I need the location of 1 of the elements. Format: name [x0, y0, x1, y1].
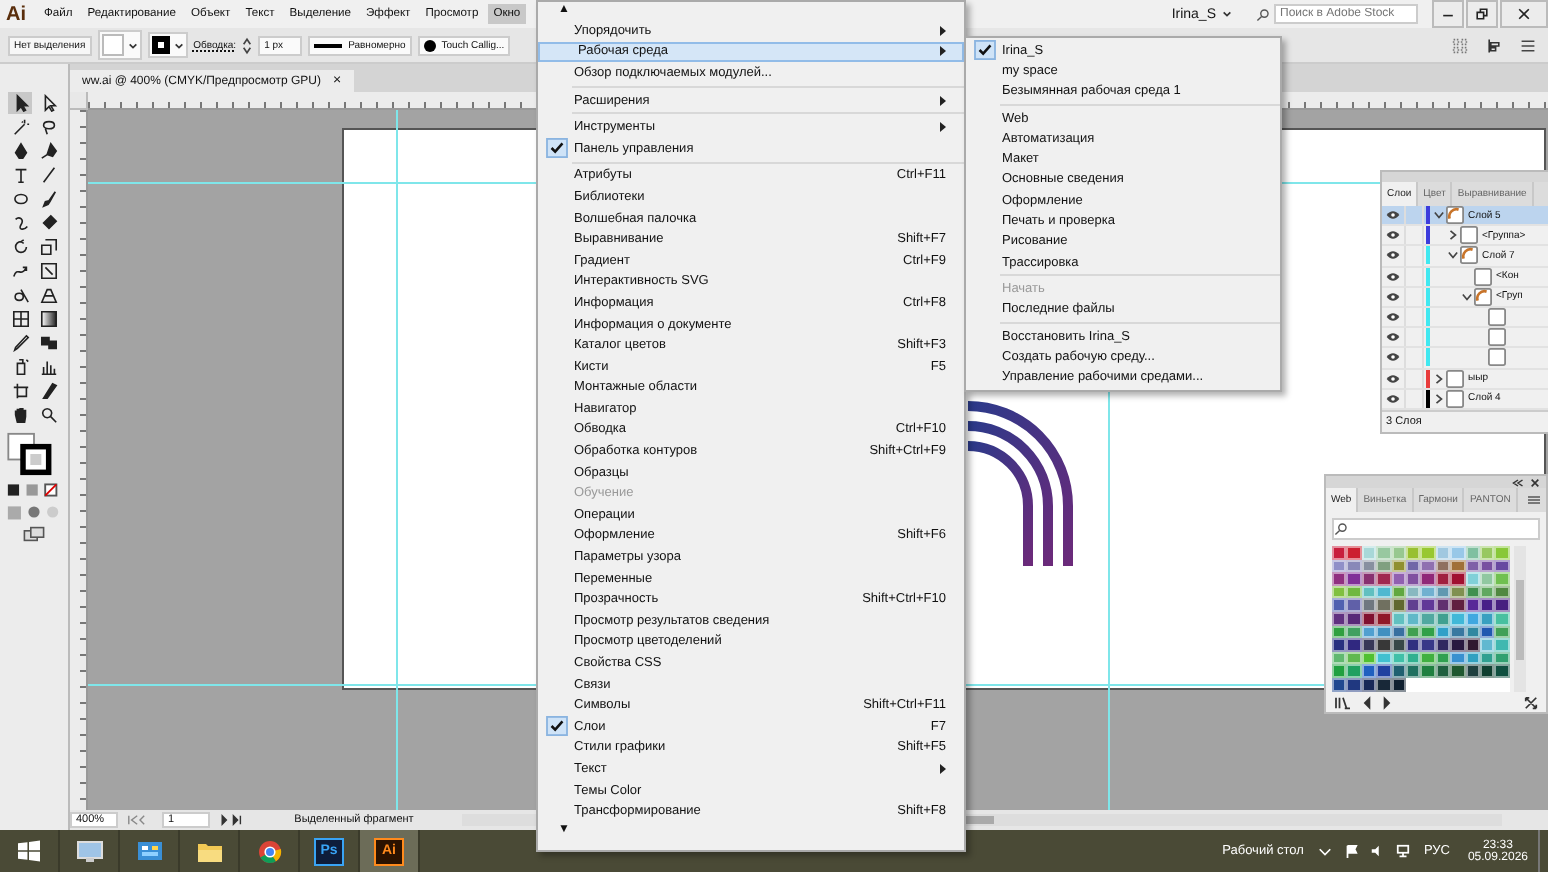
app-logo: Ai — [6, 3, 26, 25]
